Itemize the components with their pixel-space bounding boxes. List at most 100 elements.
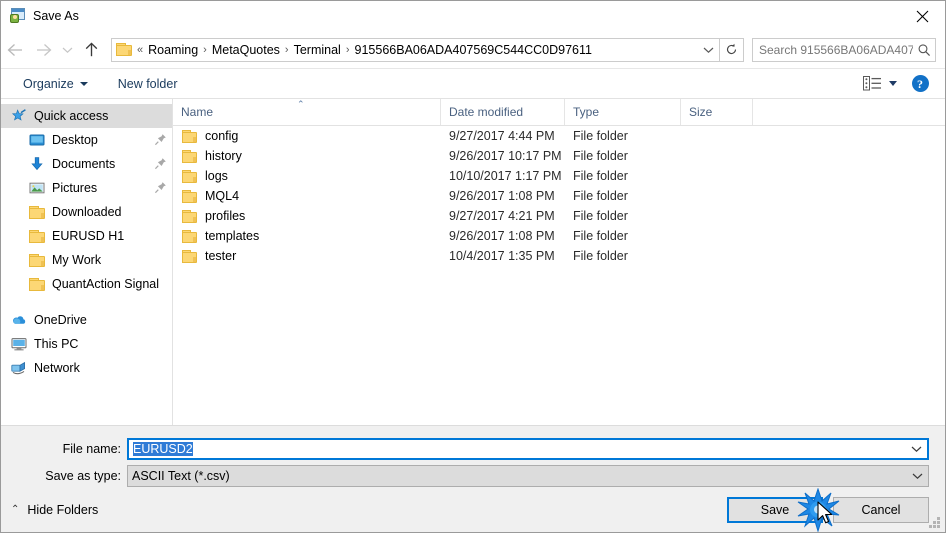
file-name-text: MQL4: [205, 189, 240, 203]
documents-download-icon: [29, 156, 45, 172]
sidebar-item-this-pc[interactable]: This PC: [1, 332, 172, 356]
breadcrumb-metaquotes[interactable]: MetaQuotes: [209, 43, 283, 57]
file-name-dropdown-button[interactable]: [905, 439, 927, 459]
save-as-type-select[interactable]: ASCII Text (*.csv): [127, 465, 929, 487]
column-header-size[interactable]: Size: [681, 99, 753, 125]
folder-icon: [182, 169, 197, 183]
chevron-down-icon: [912, 473, 922, 480]
dialog-footer: File name: EURUSD2 Save as type: ASCII T…: [1, 425, 945, 532]
help-button[interactable]: ?: [903, 72, 937, 96]
sidebar-item-downloaded[interactable]: Downloaded: [1, 200, 172, 224]
hide-folders-button[interactable]: ⌃ Hide Folders: [11, 503, 98, 517]
resize-grip[interactable]: [929, 517, 941, 529]
sidebar-item-label: Downloaded: [52, 205, 122, 219]
file-date-cell: 9/26/2017 10:17 PM: [449, 149, 562, 163]
recent-locations-button[interactable]: [57, 35, 77, 65]
sidebar-item-label: This PC: [34, 337, 79, 351]
folder-icon: [29, 253, 45, 267]
sidebar-item-pictures[interactable]: Pictures: [1, 176, 172, 200]
file-name-cell: MQL4: [173, 189, 441, 203]
sidebar-item-documents[interactable]: Documents: [1, 152, 172, 176]
chevron-down-icon: [79, 81, 88, 86]
column-header-name[interactable]: Name ⌃: [173, 99, 441, 125]
folder-icon: [182, 129, 197, 143]
sidebar-item-label: Desktop: [52, 133, 98, 147]
chevron-up-icon: ⌃: [11, 503, 20, 515]
pin-icon[interactable]: [154, 181, 168, 195]
change-view-button[interactable]: [859, 72, 901, 96]
sidebar-item-label: Network: [34, 361, 80, 375]
folder-icon: [182, 189, 197, 203]
pin-icon[interactable]: [154, 157, 168, 171]
file-date-cell: 9/26/2017 1:08 PM: [449, 189, 555, 203]
breadcrumb-roaming[interactable]: Roaming: [145, 43, 201, 57]
table-row[interactable]: profiles 9/27/2017 4:21 PM File folder: [173, 206, 945, 226]
pictures-icon: [29, 180, 45, 196]
file-name-cell: tester: [173, 249, 441, 263]
file-name-input[interactable]: EURUSD2: [127, 438, 929, 460]
chevron-down-icon: [889, 81, 897, 86]
sidebar-item-label: OneDrive: [34, 313, 87, 327]
sidebar-item-quantaction-signal[interactable]: QuantAction Signal: [1, 272, 172, 296]
table-row[interactable]: config 9/27/2017 4:44 PM File folder: [173, 126, 945, 146]
table-row[interactable]: templates 9/26/2017 1:08 PM File folder: [173, 226, 945, 246]
navigation-bar: « Roaming › MetaQuotes › Terminal › 9155…: [1, 31, 945, 69]
folder-icon: [182, 149, 197, 163]
column-headers: Name ⌃ Date modified Type Size: [173, 99, 945, 126]
file-date-cell: 10/4/2017 1:35 PM: [449, 249, 555, 263]
sidebar-item-my-work[interactable]: My Work: [1, 248, 172, 272]
pin-icon[interactable]: [154, 133, 168, 147]
file-name-text: profiles: [205, 209, 246, 223]
breadcrumb-terminal-id[interactable]: 915566BA06ADA407569C544CC0D97611: [352, 43, 595, 57]
table-row[interactable]: history 9/26/2017 10:17 PM File folder: [173, 146, 945, 166]
column-header-label: Date modified: [449, 105, 524, 119]
file-name-text: tester: [205, 249, 237, 263]
hide-folders-label: Hide Folders: [27, 502, 99, 517]
sort-ascending-icon: ⌃: [297, 99, 305, 109]
file-type-cell: File folder: [573, 149, 628, 163]
save-button[interactable]: Save: [727, 496, 823, 523]
file-type-cell: File folder: [573, 169, 628, 183]
folder-icon: [29, 277, 45, 291]
new-folder-button[interactable]: New folder: [112, 72, 184, 96]
save-as-type-dropdown-button[interactable]: [906, 466, 928, 486]
file-date-cell: 10/10/2017 1:17 PM: [449, 169, 562, 183]
organize-button[interactable]: Organize: [17, 72, 94, 96]
file-name-value: EURUSD2: [133, 442, 193, 456]
address-bar[interactable]: « Roaming › MetaQuotes › Terminal › 9155…: [111, 37, 720, 62]
refresh-button[interactable]: [720, 37, 744, 62]
window-title: Save As: [33, 9, 79, 23]
dialog-body: Quick access Desktop Documents Pictures …: [1, 99, 945, 425]
table-row[interactable]: MQL4 9/26/2017 1:08 PM File folder: [173, 186, 945, 206]
arrow-left-icon: [7, 43, 22, 56]
sidebar-item-quick-access[interactable]: Quick access: [1, 104, 172, 128]
folder-icon: [182, 249, 197, 263]
search-box[interactable]: Search 915566BA06ADA40756...: [752, 37, 936, 62]
file-name-text: config: [205, 129, 239, 143]
table-row[interactable]: tester 10/4/2017 1:35 PM File folder: [173, 246, 945, 266]
column-header-type[interactable]: Type: [565, 99, 681, 125]
folder-icon: [29, 205, 45, 219]
breadcrumb-terminal[interactable]: Terminal: [291, 43, 344, 57]
search-input[interactable]: Search 915566BA06ADA40756...: [753, 43, 913, 57]
chevron-down-icon: [911, 446, 921, 453]
file-rows: config 9/27/2017 4:44 PM File folder histor…: [173, 126, 945, 425]
file-type-cell: File folder: [573, 189, 628, 203]
arrow-up-icon: [85, 41, 97, 56]
sidebar-item-network[interactable]: Network: [1, 356, 172, 380]
sidebar-item-onedrive[interactable]: OneDrive: [1, 308, 172, 332]
forward-button[interactable]: [29, 35, 57, 65]
address-dropdown-button[interactable]: [697, 39, 719, 61]
sidebar-item-desktop[interactable]: Desktop: [1, 128, 172, 152]
cancel-button[interactable]: Cancel: [833, 496, 929, 523]
close-button[interactable]: [899, 1, 945, 31]
table-row[interactable]: logs 10/10/2017 1:17 PM File folder: [173, 166, 945, 186]
back-button[interactable]: [1, 35, 29, 65]
up-button[interactable]: [77, 35, 105, 65]
column-header-date-modified[interactable]: Date modified: [441, 99, 565, 125]
sidebar-item-label: Quick access: [34, 109, 109, 123]
organize-label: Organize: [23, 76, 74, 91]
sidebar-item-eurusd-h1[interactable]: EURUSD H1: [1, 224, 172, 248]
navigation-sidebar: Quick access Desktop Documents Pictures …: [1, 99, 173, 425]
help-icon: ?: [911, 75, 929, 92]
